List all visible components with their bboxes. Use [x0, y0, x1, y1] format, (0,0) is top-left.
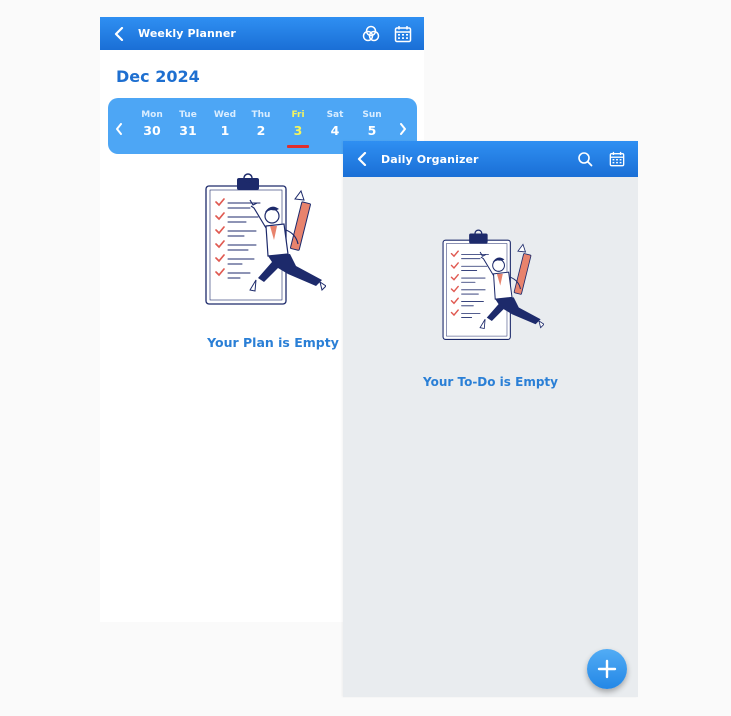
- chevron-right-icon[interactable]: [399, 120, 409, 135]
- search-icon[interactable]: [574, 148, 596, 170]
- chevron-left-icon[interactable]: [357, 152, 369, 166]
- day-wed[interactable]: Wed 1: [207, 110, 243, 138]
- day-date: 5: [367, 123, 377, 138]
- day-name: Thu: [251, 110, 271, 120]
- day-fri-selected[interactable]: Fri 3: [280, 110, 316, 138]
- month-label: Dec 2024: [116, 67, 200, 86]
- weekly-app-bar: Weekly Planner: [100, 17, 424, 50]
- day-name: Fri: [291, 110, 305, 120]
- day-mon[interactable]: Mon 30: [134, 110, 170, 138]
- day-date: 2: [256, 123, 266, 138]
- day-name: Mon: [141, 110, 163, 120]
- empty-todo-text: Your To-Do is Empty: [423, 375, 558, 389]
- day-name: Sun: [362, 110, 382, 120]
- daily-app-bar: Daily Organizer: [343, 141, 638, 177]
- day-sun[interactable]: Sun 5: [354, 110, 390, 138]
- day-sat[interactable]: Sat 4: [317, 110, 353, 138]
- day-name: Tue: [179, 110, 197, 120]
- selected-day-underline: [287, 145, 309, 148]
- day-date: 30: [143, 123, 161, 138]
- overlap-circles-icon[interactable]: [360, 23, 382, 45]
- add-task-button[interactable]: [587, 649, 627, 689]
- chevron-left-icon[interactable]: [114, 26, 126, 41]
- day-tue[interactable]: Tue 31: [170, 110, 206, 138]
- day-date: 4: [330, 123, 340, 138]
- empty-checklist-illustration: [200, 172, 327, 322]
- daily-organizer-screen: Daily Organizer Your To-Do is Empty: [343, 141, 638, 697]
- day-name: Sat: [326, 110, 344, 120]
- day-thu[interactable]: Thu 2: [243, 110, 279, 138]
- plus-icon: [597, 659, 617, 679]
- calendar-icon[interactable]: [392, 23, 414, 45]
- chevron-left-icon[interactable]: [115, 120, 125, 135]
- day-date: 3: [293, 123, 303, 138]
- day-name: Wed: [213, 110, 237, 120]
- app-bar-title: Daily Organizer: [381, 152, 479, 166]
- day-date: 1: [220, 123, 230, 138]
- day-date: 31: [179, 123, 197, 138]
- empty-checklist-illustration: [438, 224, 545, 359]
- calendar-icon[interactable]: [606, 148, 628, 170]
- app-bar-title: Weekly Planner: [138, 27, 236, 40]
